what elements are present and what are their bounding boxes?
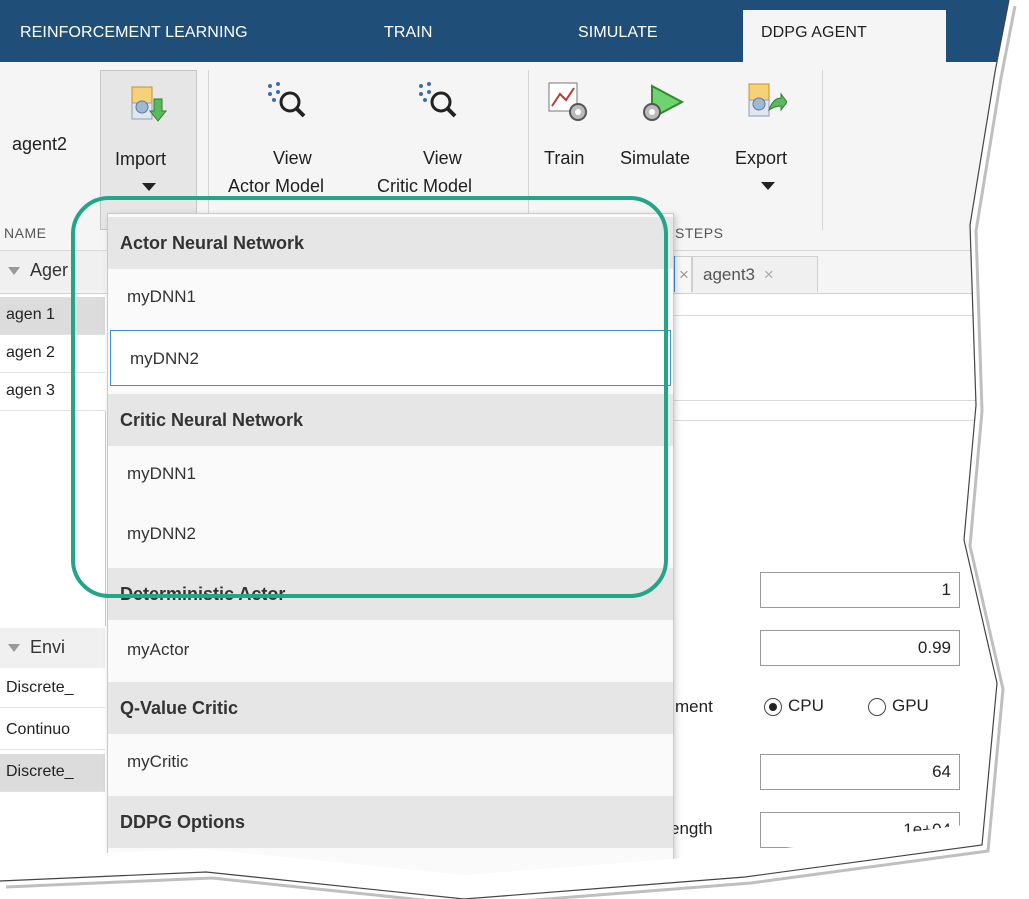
torn-edge-shadow: [0, 0, 1017, 899]
